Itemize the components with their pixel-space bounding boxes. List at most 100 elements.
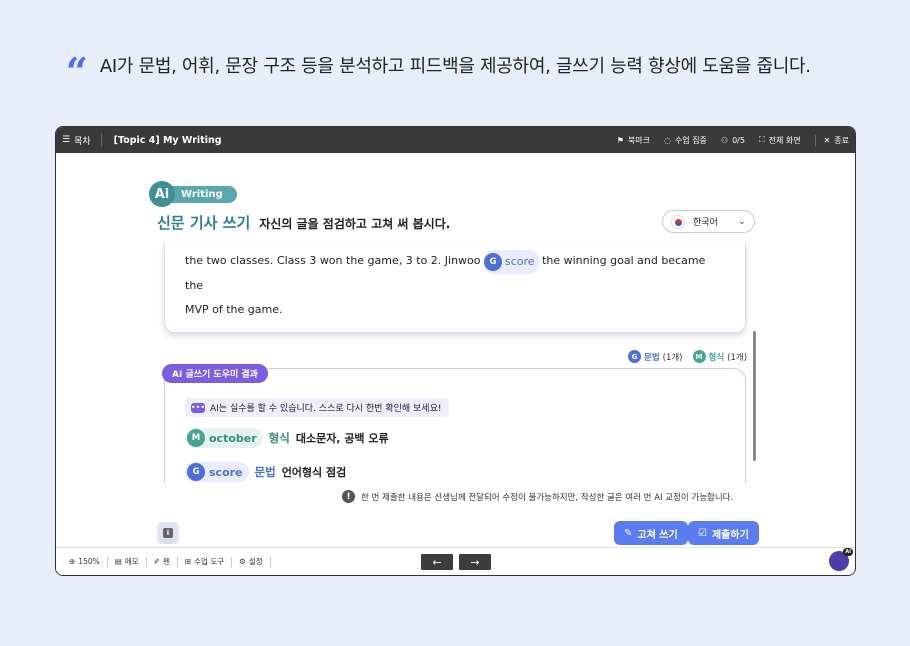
page-title: [Topic 4] My Writing: [113, 134, 222, 146]
grid-icon: ⊞: [184, 557, 192, 566]
ai-bot-badge: AI: [843, 548, 853, 556]
tools-button[interactable]: ⊞ 수업 도구: [178, 556, 233, 567]
legend-form: M 형식 (1개): [692, 350, 748, 363]
zoom-level: 150%: [78, 557, 100, 566]
feedback-item[interactable]: G score 문법 언어형식 점검: [185, 462, 346, 482]
feedback-description: 언어형식 점검: [281, 466, 347, 479]
activity-title: 신문 기사 쓰기: [157, 214, 251, 232]
language-value: 한국어: [693, 218, 718, 228]
participants-button[interactable]: ⚇ 0/5: [721, 136, 745, 145]
close-button[interactable]: ✕ 종료: [814, 134, 849, 146]
activity-instruction: 자신의 글을 점검하고 고쳐 써 봅시다.: [259, 217, 451, 231]
info-icon: i: [163, 528, 173, 538]
language-select[interactable]: 한국어 ⌄: [662, 210, 755, 233]
writing-line-2: MVP of the game.: [185, 303, 283, 316]
bottom-bar: ⊕ 150% ▤ 메모 ✐ 펜 ⊞ 수업 도구 ⚙ 설정 ← → AI: [56, 547, 855, 575]
top-bar: ☰ 목차 [Topic 4] My Writing ⚑ 북마크 ◌ 수업 집중 …: [56, 127, 855, 153]
grammar-marker-icon: G: [484, 253, 503, 271]
submit-warning-text: 한 번 제출한 내용은 선생님께 전달되어 수정이 불가능하지만, 작성한 글은…: [361, 492, 734, 503]
ai-disclaimer: ••• AI는 실수를 할 수 있습니다. 스스로 다시 한번 확인해 보세요!: [185, 398, 450, 417]
bookmark-button[interactable]: ⚑ 북마크: [617, 135, 650, 146]
participants-count: 0/5: [732, 135, 745, 145]
focus-button[interactable]: ◌ 수업 집중: [664, 135, 707, 146]
exclamation-icon: !: [342, 490, 355, 503]
form-marker-icon: M: [187, 429, 205, 447]
legend-grammar: G 문법 (1개): [628, 350, 683, 363]
chevron-down-icon: ⌄: [737, 216, 746, 227]
caption: “ AI가 문법, 어휘, 문장 구조 등을 분석하고 피드백을 제공하여, 글…: [66, 50, 811, 91]
writing-text: the two classes. Class 3 won the game, 3…: [185, 254, 481, 267]
focus-label: 수업 집중: [674, 135, 707, 145]
legend-form-count: (1개): [727, 352, 748, 363]
bookmark-label: 북마크: [627, 135, 650, 145]
zoom-button[interactable]: ⊕ 150%: [62, 556, 108, 567]
writing-line-1: the two classes. Class 3 won the game, 3…: [185, 249, 725, 298]
activity-heading: 신문 기사 쓰기 자신의 글을 점검하고 고쳐 써 봅시다.: [157, 212, 450, 233]
feedback-word: score: [209, 465, 243, 479]
check-circle-icon: ☑: [698, 527, 707, 539]
feedback-type: 형식: [268, 431, 290, 445]
user-icon: ⚇: [720, 135, 729, 145]
feedback-type: 문법: [254, 465, 276, 479]
close-label: 종료: [834, 135, 849, 145]
main-content: Ai Writing 신문 기사 쓰기 자신의 글을 점검하고 고쳐 써 봅시다…: [56, 153, 855, 547]
tools-label: 수업 도구: [194, 557, 225, 566]
grammar-marker-icon: G: [628, 350, 641, 363]
app-window: ☰ 목차 [Topic 4] My Writing ⚑ 북마크 ◌ 수업 집중 …: [55, 126, 856, 576]
fullscreen-label: 전체 화면: [768, 135, 801, 145]
ai-result-tab: AI 글쓰기 도우미 결과: [162, 364, 268, 383]
pen-button[interactable]: ✐ 펜: [147, 556, 178, 567]
quote-icon: “: [66, 49, 88, 94]
submit-label: 제출하기: [711, 529, 749, 541]
grammar-chip-word: score: [505, 255, 535, 268]
ai-logo-icon: Ai: [149, 181, 175, 207]
arrow-right-icon: →: [470, 555, 480, 569]
pencil-icon: ✎: [624, 527, 633, 539]
memo-label: 메모: [124, 557, 139, 566]
bookmark-icon: ⚑: [616, 135, 624, 145]
caption-text: AI가 문법, 어휘, 문장 구조 등을 분석하고 피드백을 제공하여, 글쓰기…: [99, 56, 811, 77]
fullscreen-button[interactable]: ⛶ 전체 화면: [759, 135, 801, 146]
settings-button[interactable]: ⚙ 설정: [232, 556, 271, 567]
arrow-left-icon: ←: [432, 555, 442, 569]
feedback-word-chip: G score: [185, 462, 249, 482]
toc-label: 목차: [74, 136, 91, 147]
legend-form-label: 형식: [708, 352, 725, 363]
form-marker-icon: M: [692, 350, 706, 363]
grammar-marker-icon: G: [187, 463, 205, 481]
toc-button[interactable]: ☰ 목차: [62, 133, 102, 147]
memo-button[interactable]: ▤ 메모: [108, 556, 147, 567]
scrollbar[interactable]: [753, 331, 756, 461]
submit-warning: ! 한 번 제출한 내용은 선생님께 전달되어 수정이 불가능하지만, 작성한 …: [342, 490, 733, 503]
legend-grammar-label: 문법: [644, 352, 660, 363]
korea-flag-icon: [671, 214, 685, 229]
rewrite-button[interactable]: ✎ 고쳐 쓰기: [614, 521, 688, 545]
submit-button[interactable]: ☑ 제출하기: [688, 521, 759, 545]
list-icon: ☰: [62, 135, 71, 145]
info-button[interactable]: i: [157, 522, 179, 544]
ai-writing-badge: Ai Writing: [149, 181, 237, 207]
next-page-button[interactable]: →: [459, 554, 491, 570]
settings-label: 설정: [248, 557, 263, 566]
writing-text-area[interactable]: the two classes. Class 3 won the game, 3…: [164, 243, 746, 333]
prev-page-button[interactable]: ←: [421, 554, 453, 570]
feedback-item[interactable]: M october 형식 대소문자, 공백 오류: [185, 428, 389, 448]
fullscreen-icon: ⛶: [758, 135, 765, 144]
legend-grammar-count: (1개): [662, 352, 683, 363]
pen-icon: ✐: [153, 557, 160, 566]
error-legend: G 문법 (1개) M 형식 (1개): [628, 350, 747, 363]
memo-icon: ▤: [114, 557, 122, 566]
zoom-icon: ⊕: [69, 557, 76, 566]
feedback-word-chip: M october: [185, 428, 263, 448]
pen-label: 펜: [162, 557, 170, 566]
close-icon: ✕: [823, 135, 831, 145]
rewrite-label: 고쳐 쓰기: [637, 529, 678, 541]
gear-icon: ⚙: [239, 557, 246, 566]
writing-label: Writing: [165, 185, 237, 203]
chat-dots-icon: •••: [190, 402, 206, 413]
feedback-word: october: [209, 431, 257, 445]
bulb-icon: ◌: [663, 135, 671, 145]
grammar-chip[interactable]: G score: [484, 250, 539, 274]
feedback-description: 대소문자, 공백 오류: [295, 432, 389, 445]
ai-disclaimer-text: AI는 실수를 할 수 있습니다. 스스로 다시 한번 확인해 보세요!: [210, 404, 442, 414]
